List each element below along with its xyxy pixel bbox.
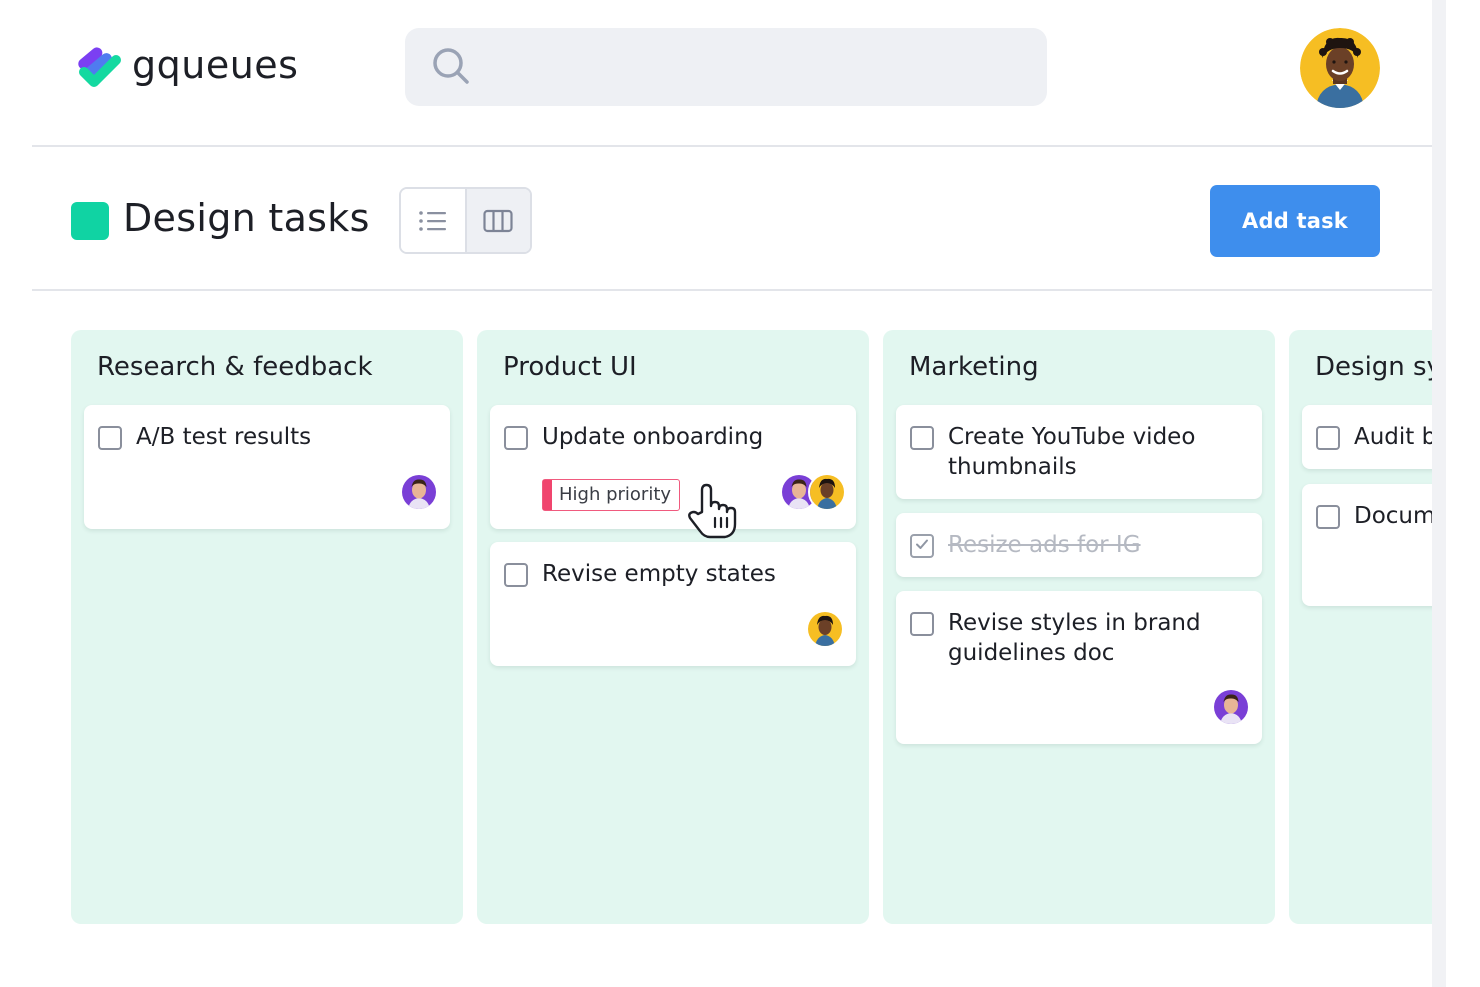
task-title: Audit b — [1354, 424, 1432, 450]
column-title: Product UI — [503, 352, 637, 382]
task-card[interactable]: Docum — [1302, 484, 1432, 606]
priority-tag[interactable]: High priority — [542, 479, 681, 511]
task-checkbox[interactable] — [504, 563, 528, 587]
checkmark-icon — [916, 539, 928, 549]
task-card[interactable]: Create YouTube video thumbnails — [896, 405, 1262, 499]
task-title: Docum — [1354, 503, 1432, 529]
assignee-avatar-image — [808, 612, 842, 646]
assignee-avatar[interactable] — [808, 473, 846, 511]
assignee-avatar[interactable] — [1212, 688, 1250, 726]
gqueues-logo-icon — [78, 47, 121, 87]
task-checkbox[interactable] — [1316, 505, 1340, 529]
assignee-avatar-image — [1214, 690, 1248, 724]
board-column: Design sy Audit b Docum — [1289, 330, 1432, 924]
app-name: gqueues — [132, 43, 299, 87]
task-checkbox[interactable] — [504, 426, 528, 450]
board-column: Marketing Create YouTube video thumbnail… — [883, 330, 1275, 924]
user-avatar-image — [1300, 28, 1380, 108]
app-window: gqueues Design tasks Add task Research &… — [0, 0, 1432, 987]
board-view-icon — [483, 209, 513, 232]
task-card[interactable]: Resize ads for IG — [896, 513, 1262, 577]
task-checkbox[interactable] — [1316, 426, 1340, 450]
assignee-avatar-image — [810, 475, 844, 509]
project-color-swatch — [71, 202, 109, 240]
assignee-avatar[interactable] — [400, 473, 438, 511]
header-divider — [32, 145, 1432, 147]
window-edge — [1432, 0, 1480, 987]
task-title: Revise styles in brand guidelines doc — [948, 610, 1201, 666]
task-title: Revise empty states — [542, 561, 776, 587]
task-title: Resize ads for IG — [948, 532, 1141, 558]
assignee-avatar-image — [402, 475, 436, 509]
task-checkbox[interactable] — [910, 612, 934, 636]
task-card[interactable]: A/B test results — [84, 405, 450, 529]
add-task-button[interactable]: Add task — [1210, 185, 1380, 257]
list-view-button[interactable] — [401, 189, 467, 252]
task-title: Create YouTube video thumbnails — [948, 424, 1196, 480]
assignee-avatar[interactable] — [806, 610, 844, 648]
column-title: Marketing — [909, 352, 1039, 382]
task-checkbox-checked[interactable] — [910, 534, 934, 558]
toolbar-divider — [32, 289, 1432, 291]
board-column: Research & feedback A/B test results — [71, 330, 463, 924]
task-card[interactable]: Audit b — [1302, 405, 1432, 469]
search-icon — [433, 48, 469, 84]
hand-cursor-icon — [688, 483, 737, 539]
view-toggle — [399, 187, 532, 254]
app-logo[interactable]: gqueues — [72, 38, 298, 92]
board-column: Product UI Update onboarding High priori… — [477, 330, 869, 924]
column-title: Research & feedback — [97, 352, 373, 382]
page-title: Design tasks — [123, 196, 370, 240]
task-checkbox[interactable] — [98, 426, 122, 450]
list-view-icon — [418, 210, 446, 231]
column-title: Design sy — [1315, 352, 1432, 382]
search-input[interactable] — [405, 28, 1047, 106]
board-view-button[interactable] — [466, 189, 530, 252]
task-title: A/B test results — [136, 424, 312, 450]
task-card[interactable]: Revise empty states — [490, 542, 856, 666]
task-title: Update onboarding — [542, 424, 764, 450]
task-card[interactable]: Revise styles in brand guidelines doc — [896, 591, 1262, 744]
user-avatar[interactable] — [1300, 28, 1380, 108]
task-checkbox[interactable] — [910, 426, 934, 450]
task-card[interactable]: Update onboarding High priority — [490, 405, 856, 529]
